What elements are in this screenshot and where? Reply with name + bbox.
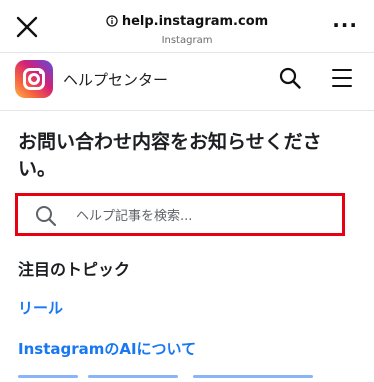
site-info-icon[interactable] [106,15,118,27]
help-center-header: ヘルプセンター [0,53,374,105]
hamburger-menu-icon[interactable] [332,69,352,87]
search-input[interactable] [76,200,336,232]
featured-topics-heading: 注目のトピック [18,260,131,279]
page-headline: お問い合わせ内容をお知らせください。 [18,131,322,180]
topic-link-reels[interactable]: リール [18,297,63,318]
url-text: help.instagram.com [121,13,269,29]
site-name: Instagram [161,35,213,46]
search-icon[interactable] [279,67,301,89]
browser-top-bar: help.instagram.com Instagram ··· [0,0,374,52]
help-center-title[interactable]: ヘルプセンター [63,69,168,90]
topic-link-ai[interactable]: InstagramのAIについて [18,338,196,359]
address-display[interactable]: help.instagram.com Instagram [0,12,374,46]
divider [0,110,374,111]
search-icon [36,206,57,227]
search-field[interactable] [15,193,345,236]
more-options-button[interactable]: ··· [332,15,358,35]
topic-link-partial[interactable] [18,370,328,382]
instagram-logo-icon[interactable] [15,60,53,98]
